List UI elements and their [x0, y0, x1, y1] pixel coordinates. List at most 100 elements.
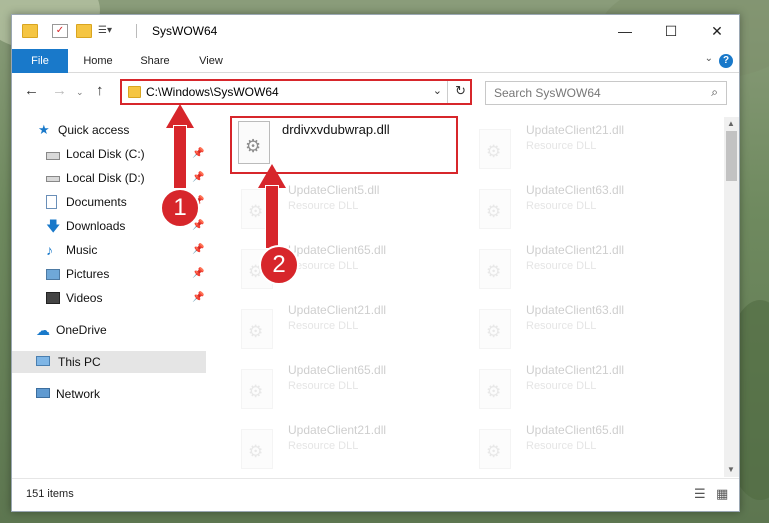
list-item[interactable]: UpdateClient65.dll Resource DLL [226, 359, 446, 417]
sidebar-item-label: Documents [66, 195, 127, 209]
pin-icon[interactable]: 📌 [192, 167, 204, 189]
sidebar-item-label: Music [66, 243, 98, 257]
file-name: UpdateClient65.dll [288, 363, 387, 377]
search-placeholder: Search SysWOW64 [494, 86, 601, 100]
file-type: Resource DLL [526, 260, 597, 272]
new-folder-icon[interactable] [76, 24, 92, 38]
folder-icon [128, 86, 141, 98]
sidebar-item-pictures[interactable]: Pictures 📌 [46, 263, 206, 285]
sidebar-item-label: This PC [58, 355, 101, 369]
pin-icon[interactable]: 📌 [192, 263, 204, 285]
sidebar-item-label: Local Disk (C:) [66, 147, 145, 161]
arrow-1-head [166, 104, 194, 128]
file-type: Resource DLL [526, 200, 597, 212]
sidebar-item-label: Local Disk (D:) [66, 171, 145, 185]
file-name: UpdateClient21.dll [288, 303, 387, 317]
dll-file-icon [479, 249, 511, 289]
title-bar: ✓ ☰▾ SysWOW64 — ☐ ✕ [12, 15, 739, 47]
file-type: Resource DLL [288, 200, 359, 212]
computer-icon [36, 356, 50, 366]
file-type: Resource DLL [288, 440, 359, 452]
details-view-icon[interactable]: ☰ [694, 486, 706, 502]
dll-file-icon [479, 129, 511, 169]
sidebar-item-music[interactable]: ♪ Music 📌 [46, 239, 206, 261]
sidebar-item-onedrive[interactable]: ☁ OneDrive [36, 319, 206, 341]
sidebar-item-label: Videos [66, 291, 103, 305]
list-item[interactable]: UpdateClient63.dll Resource DLL [464, 299, 684, 357]
drive-icon [46, 152, 60, 160]
chevron-down-icon[interactable]: ⌄ [433, 84, 442, 97]
arrow-1-shaft [174, 126, 186, 188]
arrow-2-head [258, 164, 286, 188]
dll-file-icon [479, 189, 511, 229]
maximize-button[interactable]: ☐ [648, 15, 694, 47]
forward-arrow-icon[interactable]: → [52, 82, 67, 99]
up-arrow-icon[interactable]: ↑ [96, 82, 104, 99]
list-item[interactable]: UpdateClient21.dll Resource DLL [226, 419, 446, 477]
tab-home[interactable]: Home [76, 49, 120, 73]
scroll-up-icon[interactable]: ▲ [727, 119, 735, 128]
drive-icon [46, 176, 60, 182]
recent-locations-icon[interactable]: ⌄ [76, 87, 84, 98]
close-button[interactable]: ✕ [694, 15, 740, 47]
list-item[interactable]: UpdateClient21.dll Resource DLL [464, 119, 684, 177]
file-name: UpdateClient21.dll [288, 423, 387, 437]
pin-icon[interactable]: 📌 [192, 143, 204, 165]
arrow-2-shaft [266, 186, 278, 248]
sidebar-item-label: Downloads [66, 219, 126, 233]
address-row: ← → ⌄ ↑ C:\Windows\SysWOW64 ⌄ ↻ Search S… [12, 77, 739, 107]
pin-icon[interactable]: 📌 [192, 287, 204, 309]
step-2-marker: 2 [259, 245, 299, 285]
search-input[interactable]: Search SysWOW64 ⌕ [485, 81, 727, 105]
refresh-icon[interactable]: ↻ [455, 83, 466, 99]
item-count: 151 items [26, 488, 74, 500]
sidebar-item-network[interactable]: Network [36, 383, 206, 405]
address-path[interactable]: C:\Windows\SysWOW64 [146, 85, 279, 99]
download-icon: 🡇 [46, 218, 61, 234]
tab-file[interactable]: File [12, 49, 68, 73]
tab-view[interactable]: View [190, 49, 232, 73]
address-bar[interactable]: C:\Windows\SysWOW64 ⌄ ↻ [120, 79, 472, 105]
list-item[interactable]: UpdateClient21.dll Resource DLL [226, 299, 446, 357]
file-name: UpdateClient21.dll [526, 363, 625, 377]
sidebar-item-label: Pictures [66, 267, 110, 281]
help-icon[interactable]: ? [719, 54, 733, 68]
list-item[interactable]: UpdateClient21.dll Resource DLL [464, 239, 684, 297]
search-icon[interactable]: ⌕ [711, 85, 718, 100]
star-icon: ★ [38, 122, 50, 137]
sidebar-item-label: OneDrive [56, 323, 107, 337]
file-name: UpdateClient63.dll [526, 183, 625, 197]
back-arrow-icon[interactable]: ← [24, 82, 39, 99]
scrollbar-thumb[interactable] [726, 131, 737, 181]
dll-file-icon [479, 429, 511, 469]
status-bar: 151 items ☰ ▦ [12, 478, 739, 512]
list-item[interactable]: UpdateClient63.dll Resource DLL [464, 179, 684, 237]
chevron-down-icon[interactable]: ⌄ [705, 53, 713, 64]
video-icon [46, 292, 60, 304]
vertical-scrollbar[interactable]: ▲ ▼ [724, 117, 739, 477]
dll-file-icon [479, 309, 511, 349]
dll-file-icon [479, 369, 511, 409]
properties-icon[interactable]: ✓ [52, 24, 68, 38]
large-icons-view-icon[interactable]: ▦ [716, 486, 728, 502]
list-item[interactable]: UpdateClient21.dll Resource DLL [464, 359, 684, 417]
highlighted-file-name[interactable]: drdivxvdubwrap.dll [282, 122, 390, 137]
ribbon-tabs: File Home Share View ⌄ ? [12, 49, 739, 73]
file-type: Resource DLL [526, 320, 597, 332]
address-divider [447, 81, 448, 103]
pin-icon[interactable]: 📌 [192, 239, 204, 261]
pictures-icon [46, 269, 60, 280]
file-name: UpdateClient65.dll [526, 423, 625, 437]
list-item[interactable]: UpdateClient65.dll Resource DLL [464, 419, 684, 477]
sidebar-item-this-pc[interactable]: This PC [12, 351, 206, 373]
dll-file-icon [241, 369, 273, 409]
sidebar-item-videos[interactable]: Videos 📌 [46, 287, 206, 309]
tab-share[interactable]: Share [132, 49, 178, 73]
dll-file-icon [238, 121, 270, 164]
customize-quick-access-icon[interactable]: ☰▾ [98, 24, 120, 38]
scroll-down-icon[interactable]: ▼ [727, 465, 735, 474]
separator-icon [136, 24, 137, 38]
file-name: UpdateClient21.dll [526, 123, 625, 137]
file-type: Resource DLL [526, 380, 597, 392]
minimize-button[interactable]: — [602, 15, 648, 47]
